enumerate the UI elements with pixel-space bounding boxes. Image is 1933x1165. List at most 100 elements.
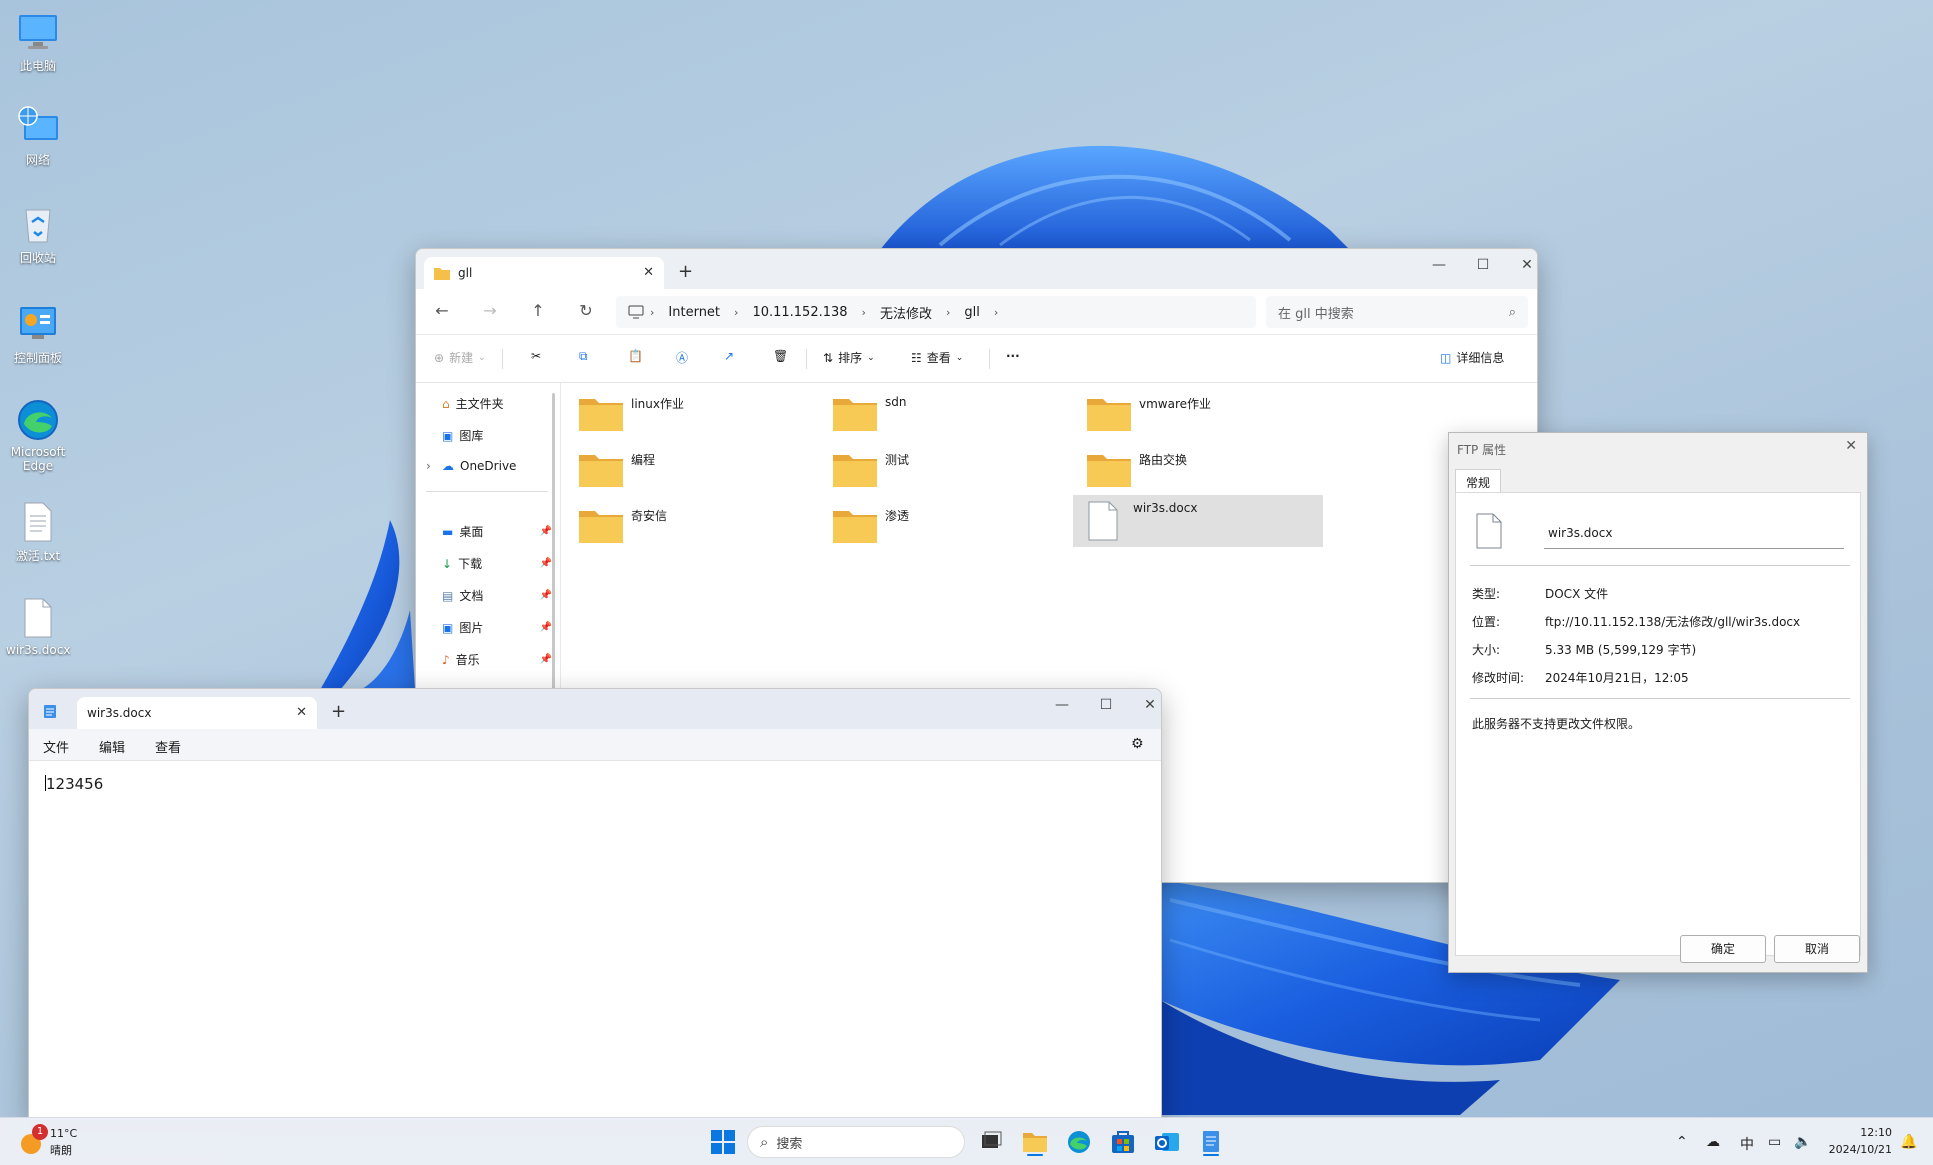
breadcrumb-item[interactable]: 无法修改	[872, 303, 940, 322]
folder-icon	[833, 511, 877, 543]
chevron-right-icon[interactable]: ›	[426, 459, 431, 473]
clock-date: 2024/10/21	[1828, 1143, 1892, 1156]
pin-icon[interactable]: 📌	[540, 654, 552, 665]
start-windows-icon[interactable]	[708, 1128, 738, 1156]
outlook-icon[interactable]	[1152, 1128, 1182, 1156]
folder-item[interactable]: sdn	[825, 389, 1075, 439]
pin-icon[interactable]: 📌	[540, 590, 552, 601]
folder-item[interactable]: 渗透	[825, 501, 1075, 551]
back-arrow-icon[interactable]: ←	[432, 301, 452, 320]
desktop-icon-recycle-bin[interactable]: 回收站	[6, 202, 70, 266]
close-window-button[interactable]: ✕	[1135, 697, 1161, 721]
new-tab-plus-icon[interactable]: +	[331, 701, 346, 722]
close-dialog-icon[interactable]: ✕	[1845, 438, 1857, 454]
paste-icon[interactable]: 📋	[628, 349, 643, 363]
folder-item[interactable]: vmware作业	[1079, 389, 1329, 439]
details-pane-button[interactable]: ◫ 详细信息	[1440, 349, 1504, 366]
taskbar-search-box[interactable]: ⌕ 搜索	[747, 1126, 965, 1158]
more-options-icon[interactable]: ···	[1006, 349, 1020, 363]
share-icon[interactable]: ↗	[724, 349, 734, 363]
notepad-taskbar-icon[interactable]	[1196, 1128, 1226, 1156]
menu-view[interactable]: 查看	[155, 737, 181, 756]
desktop-icon-activate-txt[interactable]: 激活.txt	[6, 500, 70, 564]
folder-item[interactable]: linux作业	[571, 389, 821, 439]
sidebar-item-pictures[interactable]: ▣ 图片 📌	[442, 619, 552, 636]
close-tab-icon[interactable]: ✕	[643, 265, 654, 280]
pin-icon[interactable]: 📌	[540, 558, 552, 569]
breadcrumb-item[interactable]: gll	[956, 305, 987, 320]
folder-item[interactable]: 奇安信	[571, 501, 821, 551]
view-list-icon: ☷	[911, 350, 922, 365]
property-value: DOCX 文件	[1545, 587, 1609, 601]
forward-arrow-icon[interactable]: →	[480, 301, 500, 320]
notification-bell-icon[interactable]: 🔔	[1900, 1134, 1917, 1150]
maximize-button[interactable]: ☐	[1468, 257, 1498, 281]
refresh-icon[interactable]: ↻	[576, 301, 596, 320]
sidebar-item-documents[interactable]: ▤ 文档 📌	[442, 587, 552, 604]
view-button[interactable]: ☷ 查看 ⌄	[911, 349, 963, 366]
tab-general[interactable]: 常规	[1455, 469, 1502, 493]
rename-icon[interactable]: Ⓐ	[676, 349, 688, 366]
folder-icon	[579, 455, 623, 487]
settings-gear-icon[interactable]: ⚙	[1131, 736, 1144, 752]
property-value: 5.33 MB (5,599,129 字节)	[1545, 643, 1697, 657]
copy-icon[interactable]: ⧉	[579, 349, 588, 364]
chevron-right-icon[interactable]: ›	[994, 306, 998, 319]
sidebar-scrollbar[interactable]	[552, 393, 555, 693]
notepad-text-area[interactable]: 123456	[29, 761, 1161, 1119]
delete-icon[interactable]: 🗑	[773, 349, 788, 363]
minimize-button[interactable]: —	[1424, 257, 1454, 281]
microsoft-store-icon[interactable]	[1108, 1128, 1138, 1156]
up-arrow-icon[interactable]: ↑	[528, 301, 548, 320]
sidebar-item-music[interactable]: ♪ 音乐 📌	[442, 651, 552, 668]
sidebar-item-label: OneDrive	[460, 459, 517, 473]
sidebar-item-desktop[interactable]: ▬ 桌面 📌	[442, 523, 552, 540]
document-file-icon	[1088, 501, 1118, 541]
cancel-button[interactable]: 取消	[1774, 935, 1860, 963]
explorer-search-input[interactable]: 在 gll 中搜索 ⌕	[1266, 296, 1528, 328]
folder-item[interactable]: 路由交换	[1079, 445, 1329, 495]
maximize-button[interactable]: ☐	[1091, 697, 1121, 721]
menu-edit[interactable]: 编辑	[99, 737, 125, 756]
desktop-icon-wir3s-docx[interactable]: wir3s.docx	[6, 596, 70, 657]
task-view-icon[interactable]	[976, 1128, 1006, 1156]
sidebar-item-onedrive[interactable]: › ☁ OneDrive	[426, 459, 552, 473]
desktop-icon-network[interactable]: 网络	[6, 104, 70, 168]
close-window-button[interactable]: ✕	[1512, 257, 1537, 281]
desktop-icon-this-pc[interactable]: 此电脑	[6, 10, 70, 74]
breadcrumb-item[interactable]: 10.11.152.138	[744, 305, 855, 320]
minimize-button[interactable]: —	[1047, 697, 1077, 721]
sort-button[interactable]: ⇅ 排序 ⌄	[823, 349, 875, 366]
desktop-icon-control-panel[interactable]: 控制面板	[6, 302, 70, 366]
sidebar-item-downloads[interactable]: ↓ 下载 📌	[442, 555, 552, 572]
new-tab-plus-icon[interactable]: +	[678, 261, 693, 282]
volume-icon[interactable]: 🔈	[1794, 1134, 1811, 1150]
cut-icon[interactable]: ✂	[531, 349, 541, 363]
onedrive-sync-icon[interactable]: ☁	[1706, 1134, 1720, 1150]
clock[interactable]: 12:10 2024/10/21	[1826, 1124, 1892, 1158]
address-bar[interactable]: › Internet › 10.11.152.138 › 无法修改 › gll …	[616, 296, 1256, 328]
pin-icon[interactable]: 📌	[540, 622, 552, 633]
close-tab-icon[interactable]: ✕	[296, 705, 307, 720]
file-name-input[interactable]: wir3s.docx	[1544, 523, 1844, 549]
sidebar-item-label: 主文件夹	[455, 397, 504, 411]
explorer-tab[interactable]: gll ✕	[424, 257, 664, 289]
weather-widget[interactable]: 1 11°C 晴朗	[18, 1124, 118, 1158]
show-hidden-icons-chevron[interactable]: ⌃	[1676, 1134, 1688, 1150]
sidebar-item-home[interactable]: ⌂ 主文件夹	[442, 395, 552, 412]
menu-file[interactable]: 文件	[43, 737, 69, 756]
file-item-selected[interactable]: wir3s.docx	[1073, 495, 1323, 547]
pin-icon[interactable]: 📌	[540, 526, 552, 537]
folder-item[interactable]: 测试	[825, 445, 1075, 495]
sidebar-item-gallery[interactable]: ▣ 图库	[442, 427, 552, 444]
ok-button[interactable]: 确定	[1680, 935, 1766, 963]
file-explorer-taskbar-icon[interactable]	[1020, 1128, 1050, 1156]
folder-item[interactable]: 编程	[571, 445, 821, 495]
edge-taskbar-icon[interactable]	[1064, 1128, 1094, 1156]
network-status-icon[interactable]: ▭	[1768, 1134, 1781, 1150]
desktop-icon-edge[interactable]: Microsoft Edge	[6, 398, 70, 473]
ime-indicator[interactable]: 中	[1740, 1134, 1754, 1154]
new-button[interactable]: ⊕ 新建 ⌄	[434, 349, 486, 366]
breadcrumb-item[interactable]: Internet	[660, 305, 728, 320]
notepad-tab[interactable]: wir3s.docx ✕	[77, 697, 317, 729]
